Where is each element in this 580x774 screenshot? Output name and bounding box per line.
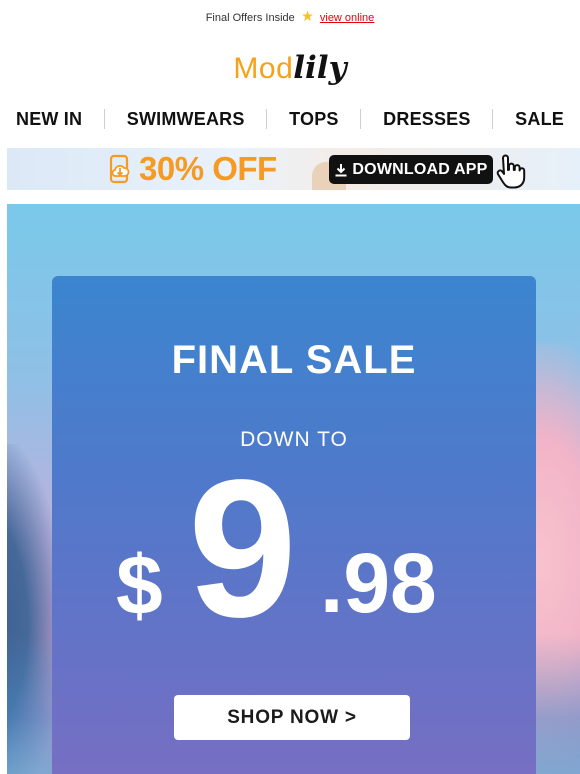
sale-price: $ 9 .98 [52, 451, 536, 647]
logo-part-mod: Mod [233, 52, 294, 85]
preheader: Final Offers Inside view online [0, 10, 580, 26]
nav-item-sale[interactable]: SALE [515, 109, 564, 130]
sale-card: FINAL SALE DOWN TO $ 9 .98 SHOP NOW > [52, 276, 536, 774]
brand-logo[interactable]: Modlily [0, 50, 580, 87]
preheader-text: Final Offers Inside [205, 12, 295, 24]
download-icon [334, 163, 348, 177]
download-app-button[interactable]: DOWNLOAD APP [329, 155, 493, 184]
main-nav: NEW IN SWIMWEARS TOPS DRESSES SALE [16, 106, 564, 132]
nav-divider [266, 109, 268, 129]
hero-section[interactable]: FINAL SALE DOWN TO $ 9 .98 SHOP NOW > [7, 204, 580, 774]
nav-divider [103, 109, 105, 129]
view-online-link[interactable]: view online [320, 12, 374, 24]
price-integer: 9 [188, 439, 298, 658]
price-decimal: .98 [320, 536, 437, 630]
nav-divider [360, 109, 362, 129]
sale-title: FINAL SALE [171, 338, 417, 382]
nav-item-swimwears[interactable]: SWIMWEARS [127, 109, 245, 130]
nav-item-tops[interactable]: TOPS [289, 109, 338, 130]
download-app-label: DOWNLOAD APP [352, 160, 488, 178]
nav-item-dresses[interactable]: DRESSES [383, 109, 470, 130]
star-icon [301, 10, 314, 26]
nav-item-new-in[interactable]: NEW IN [16, 109, 82, 130]
nav-divider [492, 109, 494, 129]
logo-part-lily: lily [293, 50, 347, 86]
shop-now-button[interactable]: SHOP NOW > [174, 695, 410, 740]
download-app-banner[interactable]: 30% OFF DOWNLOAD APP [7, 148, 580, 190]
phone-download-icon [105, 154, 135, 184]
app-offer-text: 30% OFF [139, 150, 277, 187]
pointer-hand-icon [493, 154, 527, 190]
price-currency: $ [116, 538, 163, 632]
